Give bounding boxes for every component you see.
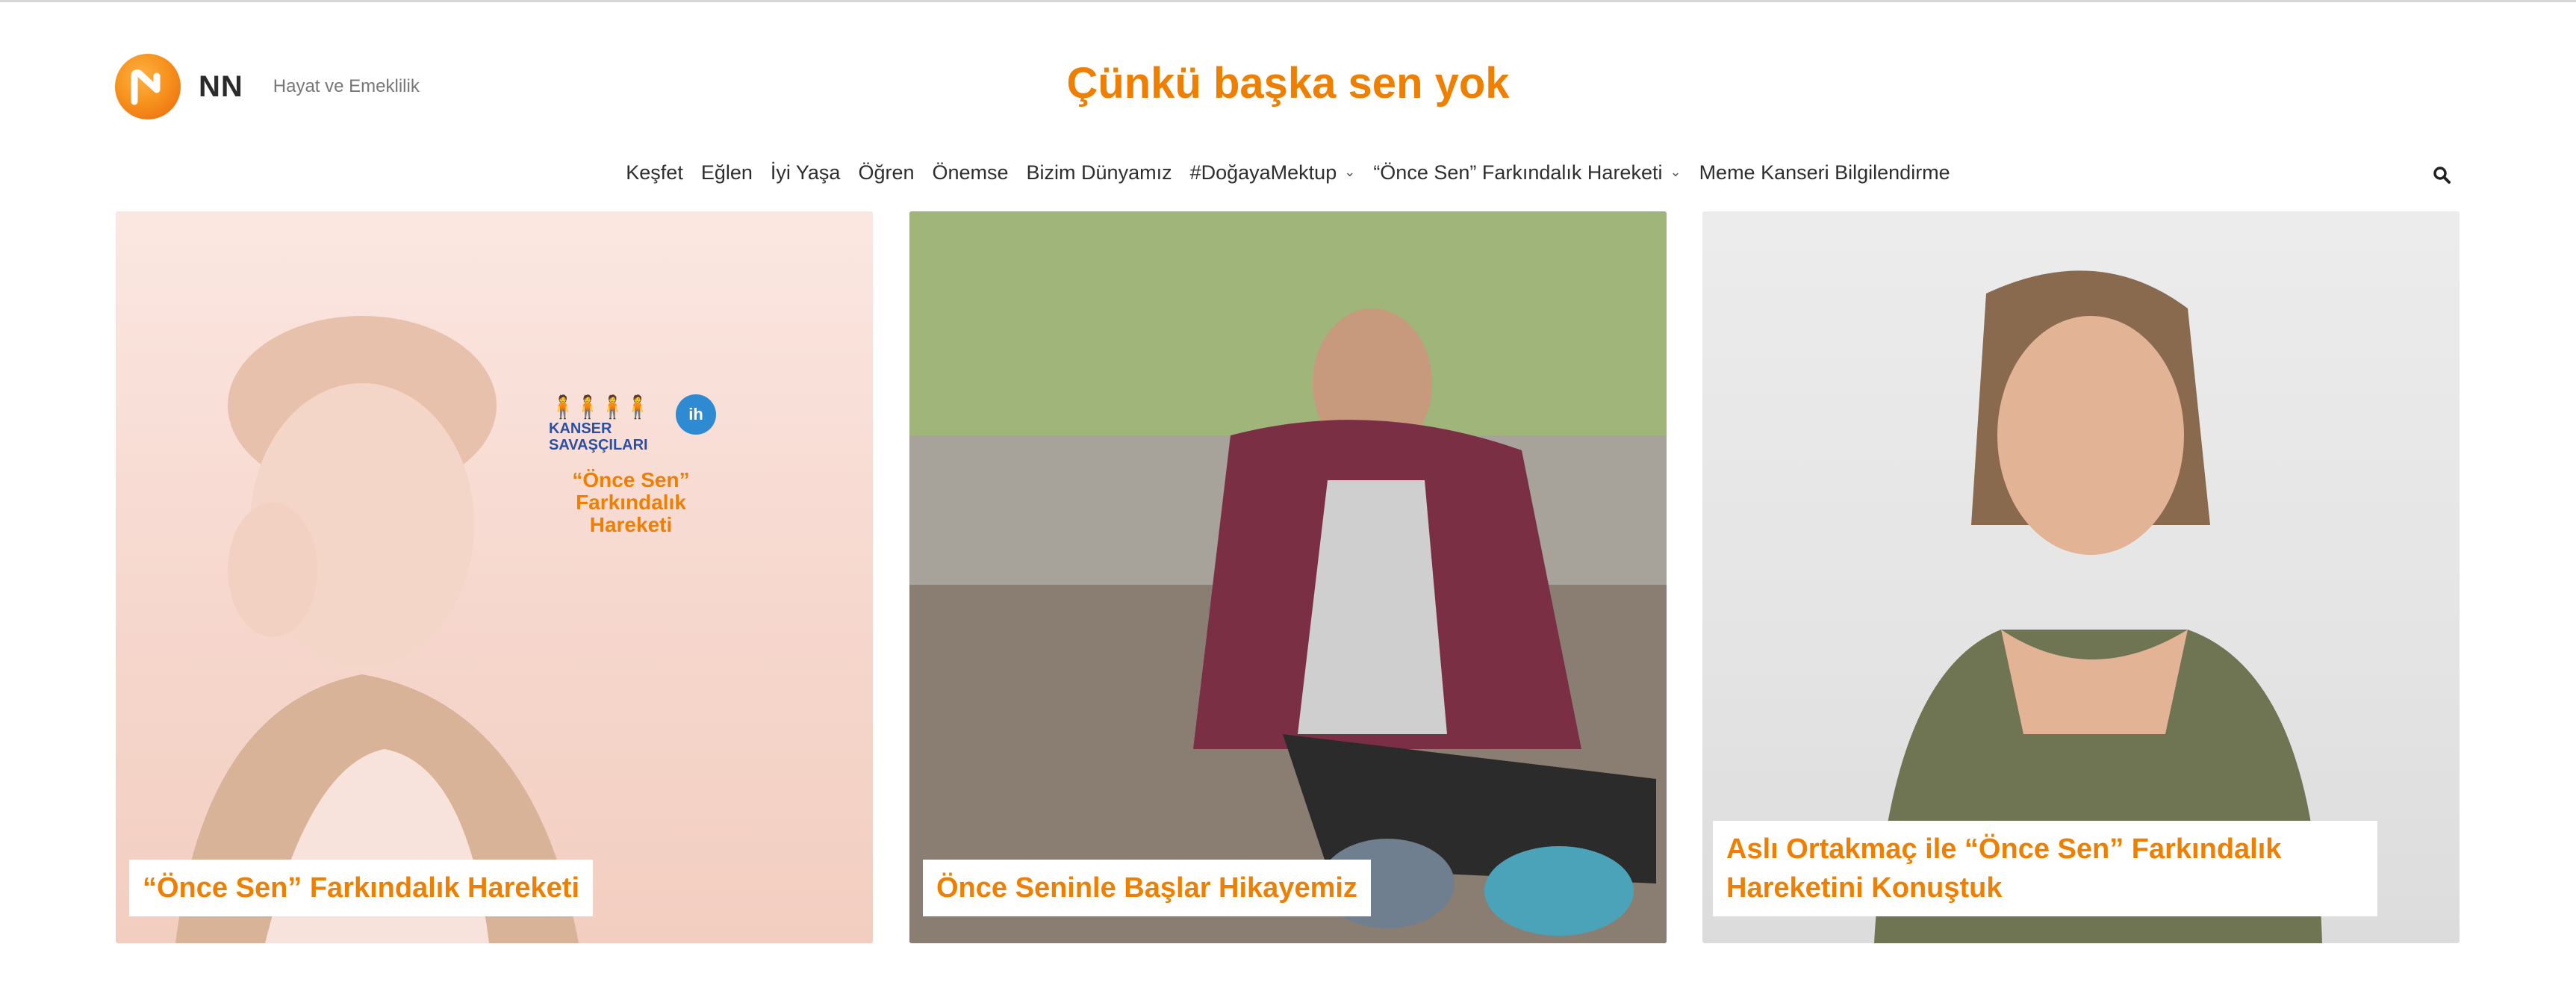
ihtiyac-haritasi-badge: ih [676,394,716,435]
nav-label: Bizim Dünyamız [1026,161,1172,184]
campaign-line3: Hareketi [589,513,673,536]
nav-item-eglen[interactable]: Eğlen [692,161,762,184]
main-nav: Keşfet Eğlen İyi Yaşa Öğren Önemse Bizim… [0,161,2576,184]
campaign-overlay-text: “Önce Sen” Farkındalık Hareketi [556,469,706,536]
nav-item-once-sen[interactable]: “Önce Sen” Farkındalık Hareketi ⌄ [1364,161,1690,184]
top-border [0,0,2576,2]
nav-label: Önemse [932,161,1009,184]
campaign-line1: “Önce Sen” [572,468,690,491]
card-title[interactable]: “Önce Sen” Farkındalık Hareketi [129,860,594,916]
nav-item-iyi-yasa[interactable]: İyi Yaşa [762,161,850,184]
nav-label: #DoğayaMektup [1189,161,1337,184]
nav-item-bizim-dunyamiz[interactable]: Bizim Dünyamız [1018,161,1181,184]
nav-item-ogren[interactable]: Öğren [849,161,923,184]
site-tagline: Çünkü başka sen yok [1066,59,1510,108]
nav-item-meme-kanseri[interactable]: Meme Kanseri Bilgilendirme [1690,161,1959,184]
search-icon[interactable] [2431,164,2452,185]
org-name-line2: SAVAŞÇILARI [549,437,648,453]
article-card[interactable]: Önce Seninle Başlar Hikayemiz [909,211,1667,943]
nav-label: İyi Yaşa [770,161,841,184]
campaign-line2: Farkındalık [576,491,686,514]
card-title[interactable]: Aslı Ortakmaç ile “Önce Sen” Farkındalık… [1713,821,2377,916]
article-card[interactable]: Aslı Ortakmaç ile “Önce Sen” Farkındalık… [1702,211,2460,943]
nav-label: “Önce Sen” Farkındalık Hareketi [1373,161,1663,184]
card-photo [116,211,873,943]
kanser-savascilari-logo: 🧍🧍🧍🧍 KANSER SAVAŞÇILARI ih [549,394,716,453]
nav-item-dogayamektup[interactable]: #DoğayaMektup ⌄ [1181,161,1365,184]
nav-label: Meme Kanseri Bilgilendirme [1699,161,1950,184]
card-title[interactable]: Önce Seninle Başlar Hikayemiz [923,860,1371,916]
nav-item-onemse[interactable]: Önemse [924,161,1018,184]
card-photo [909,211,1667,943]
nav-label: Keşfet [626,161,683,184]
article-card[interactable]: 🧍🧍🧍🧍 KANSER SAVAŞÇILARI ih “Önce Sen” Fa… [116,211,873,943]
nav-label: Öğren [858,161,915,184]
nav-item-kesfet[interactable]: Keşfet [617,161,692,184]
nav-label: Eğlen [700,161,753,184]
chevron-down-icon: ⌄ [1344,164,1356,179]
chevron-down-icon: ⌄ [1670,164,1681,179]
